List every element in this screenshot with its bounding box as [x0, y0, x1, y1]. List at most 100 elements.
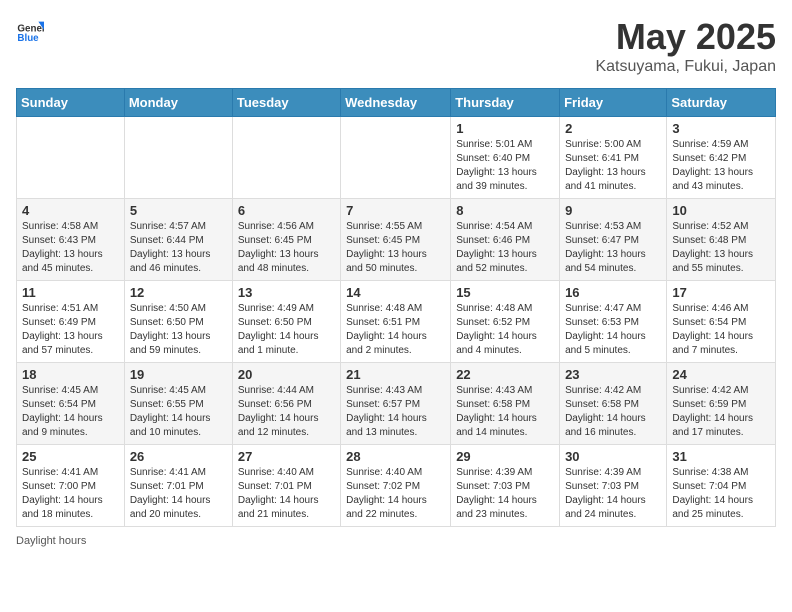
day-info: Sunrise: 5:01 AMSunset: 6:40 PMDaylight:…	[456, 138, 554, 194]
day-number: 12	[130, 285, 227, 300]
day-number: 17	[672, 285, 770, 300]
day-info: Sunrise: 4:47 AMSunset: 6:53 PMDaylight:…	[565, 302, 661, 358]
calendar-week-3: 11 Sunrise: 4:51 AMSunset: 6:49 PMDayligh…	[17, 281, 776, 363]
calendar-cell: 12 Sunrise: 4:50 AMSunset: 6:50 PMDayligh…	[124, 281, 232, 363]
day-header-saturday: Saturday	[667, 89, 776, 117]
day-info: Sunrise: 4:50 AMSunset: 6:50 PMDaylight:…	[130, 302, 227, 358]
day-number: 10	[672, 203, 770, 218]
day-info: Sunrise: 4:44 AMSunset: 6:56 PMDaylight:…	[238, 384, 335, 440]
day-info: Sunrise: 4:46 AMSunset: 6:54 PMDaylight:…	[672, 302, 770, 358]
calendar-week-5: 25 Sunrise: 4:41 AMSunset: 7:00 PMDayligh…	[17, 445, 776, 527]
logo-icon: General Blue	[16, 16, 44, 44]
calendar-cell: 22Sunrise: 4:43 AMSunset: 6:58 PMDayligh…	[451, 363, 560, 445]
day-number: 23	[565, 367, 661, 382]
day-info: Sunrise: 4:38 AMSunset: 7:04 PMDaylight:…	[672, 466, 770, 522]
calendar-cell: 13 Sunrise: 4:49 AMSunset: 6:50 PMDayligh…	[232, 281, 340, 363]
calendar-cell: 19 Sunrise: 4:45 AMSunset: 6:55 PMDayligh…	[124, 363, 232, 445]
day-info: Sunrise: 4:55 AMSunset: 6:45 PMDaylight:…	[346, 220, 445, 276]
day-info: Sunrise: 5:00 AMSunset: 6:41 PMDaylight:…	[565, 138, 661, 194]
day-number: 24	[672, 367, 770, 382]
day-info: Sunrise: 4:54 AMSunset: 6:46 PMDaylight:…	[456, 220, 554, 276]
calendar-cell: 4 Sunrise: 4:58 AMSunset: 6:43 PMDaylight…	[17, 199, 125, 281]
day-info: Sunrise: 4:42 AMSunset: 6:59 PMDaylight:…	[672, 384, 770, 440]
day-info: Sunrise: 4:45 AMSunset: 6:55 PMDaylight:…	[130, 384, 227, 440]
calendar-week-4: 18 Sunrise: 4:45 AMSunset: 6:54 PMDayligh…	[17, 363, 776, 445]
calendar-cell	[341, 117, 451, 199]
calendar-cell: 14 Sunrise: 4:48 AMSunset: 6:51 PMDayligh…	[341, 281, 451, 363]
title-area: May 2025 Katsuyama, Fukui, Japan	[595, 16, 776, 76]
day-number: 11	[22, 285, 119, 300]
day-info: Sunrise: 4:57 AMSunset: 6:44 PMDaylight:…	[130, 220, 227, 276]
day-number: 22	[456, 367, 554, 382]
calendar-cell: 1 Sunrise: 5:01 AMSunset: 6:40 PMDaylight…	[451, 117, 560, 199]
day-info: Sunrise: 4:48 AMSunset: 6:51 PMDaylight:…	[346, 302, 445, 358]
calendar-header: SundayMondayTuesdayWednesdayThursdayFrid…	[17, 89, 776, 117]
day-number: 15	[456, 285, 554, 300]
calendar-cell: 29 Sunrise: 4:39 AMSunset: 7:03 PMDayligh…	[451, 445, 560, 527]
calendar-cell: 16Sunrise: 4:47 AMSunset: 6:53 PMDayligh…	[560, 281, 667, 363]
calendar-cell: 26 Sunrise: 4:41 AMSunset: 7:01 PMDayligh…	[124, 445, 232, 527]
svg-text:Blue: Blue	[17, 33, 39, 44]
calendar-cell: 30Sunrise: 4:39 AMSunset: 7:03 PMDayligh…	[560, 445, 667, 527]
header: General Blue May 2025 Katsuyama, Fukui, …	[16, 16, 776, 76]
day-info: Sunrise: 4:58 AMSunset: 6:43 PMDaylight:…	[22, 220, 119, 276]
day-header-wednesday: Wednesday	[341, 89, 451, 117]
calendar-week-2: 4 Sunrise: 4:58 AMSunset: 6:43 PMDaylight…	[17, 199, 776, 281]
calendar-table: SundayMondayTuesdayWednesdayThursdayFrid…	[16, 88, 776, 527]
day-info: Sunrise: 4:56 AMSunset: 6:45 PMDaylight:…	[238, 220, 335, 276]
day-number: 18	[22, 367, 119, 382]
day-info: Sunrise: 4:39 AMSunset: 7:03 PMDaylight:…	[565, 466, 661, 522]
day-number: 25	[22, 449, 119, 464]
day-info: Sunrise: 4:40 AMSunset: 7:01 PMDaylight:…	[238, 466, 335, 522]
calendar-body: 1 Sunrise: 5:01 AMSunset: 6:40 PMDaylight…	[17, 117, 776, 527]
day-info: Sunrise: 4:49 AMSunset: 6:50 PMDaylight:…	[238, 302, 335, 358]
day-number: 6	[238, 203, 335, 218]
day-number: 27	[238, 449, 335, 464]
day-number: 1	[456, 121, 554, 136]
day-number: 3	[672, 121, 770, 136]
day-header-sunday: Sunday	[17, 89, 125, 117]
calendar-cell	[124, 117, 232, 199]
day-info: Sunrise: 4:41 AMSunset: 7:00 PMDaylight:…	[22, 466, 119, 522]
day-header-thursday: Thursday	[451, 89, 560, 117]
calendar-cell: 28 Sunrise: 4:40 AMSunset: 7:02 PMDayligh…	[341, 445, 451, 527]
calendar-cell: 23Sunrise: 4:42 AMSunset: 6:58 PMDayligh…	[560, 363, 667, 445]
calendar-cell	[232, 117, 340, 199]
day-info: Sunrise: 4:48 AMSunset: 6:52 PMDaylight:…	[456, 302, 554, 358]
calendar-cell: 25 Sunrise: 4:41 AMSunset: 7:00 PMDayligh…	[17, 445, 125, 527]
day-number: 4	[22, 203, 119, 218]
day-number: 20	[238, 367, 335, 382]
footer-note: Daylight hours	[16, 535, 776, 547]
calendar-cell: 20 Sunrise: 4:44 AMSunset: 6:56 PMDayligh…	[232, 363, 340, 445]
calendar-cell: 21Sunrise: 4:43 AMSunset: 6:57 PMDayligh…	[341, 363, 451, 445]
day-number: 13	[238, 285, 335, 300]
day-number: 19	[130, 367, 227, 382]
logo: General Blue	[16, 16, 44, 44]
day-header-tuesday: Tuesday	[232, 89, 340, 117]
calendar-week-1: 1 Sunrise: 5:01 AMSunset: 6:40 PMDaylight…	[17, 117, 776, 199]
day-info: Sunrise: 4:45 AMSunset: 6:54 PMDaylight:…	[22, 384, 119, 440]
calendar-cell: 8Sunrise: 4:54 AMSunset: 6:46 PMDaylight…	[451, 199, 560, 281]
calendar-cell: 6 Sunrise: 4:56 AMSunset: 6:45 PMDaylight…	[232, 199, 340, 281]
calendar-cell: 9Sunrise: 4:53 AMSunset: 6:47 PMDaylight…	[560, 199, 667, 281]
day-info: Sunrise: 4:40 AMSunset: 7:02 PMDaylight:…	[346, 466, 445, 522]
day-number: 29	[456, 449, 554, 464]
day-number: 21	[346, 367, 445, 382]
calendar-cell	[17, 117, 125, 199]
day-number: 14	[346, 285, 445, 300]
day-info: Sunrise: 4:39 AMSunset: 7:03 PMDaylight:…	[456, 466, 554, 522]
day-number: 26	[130, 449, 227, 464]
calendar-cell: 18 Sunrise: 4:45 AMSunset: 6:54 PMDayligh…	[17, 363, 125, 445]
day-header-monday: Monday	[124, 89, 232, 117]
day-number: 28	[346, 449, 445, 464]
calendar-cell: 2Sunrise: 5:00 AMSunset: 6:41 PMDaylight…	[560, 117, 667, 199]
day-number: 7	[346, 203, 445, 218]
day-info: Sunrise: 4:59 AMSunset: 6:42 PMDaylight:…	[672, 138, 770, 194]
subtitle: Katsuyama, Fukui, Japan	[595, 58, 776, 76]
day-info: Sunrise: 4:41 AMSunset: 7:01 PMDaylight:…	[130, 466, 227, 522]
daylight-note: Daylight hours	[16, 535, 86, 547]
calendar-cell: 24 Sunrise: 4:42 AMSunset: 6:59 PMDayligh…	[667, 363, 776, 445]
calendar-cell: 7 Sunrise: 4:55 AMSunset: 6:45 PMDaylight…	[341, 199, 451, 281]
calendar-cell: 17 Sunrise: 4:46 AMSunset: 6:54 PMDayligh…	[667, 281, 776, 363]
day-info: Sunrise: 4:51 AMSunset: 6:49 PMDaylight:…	[22, 302, 119, 358]
